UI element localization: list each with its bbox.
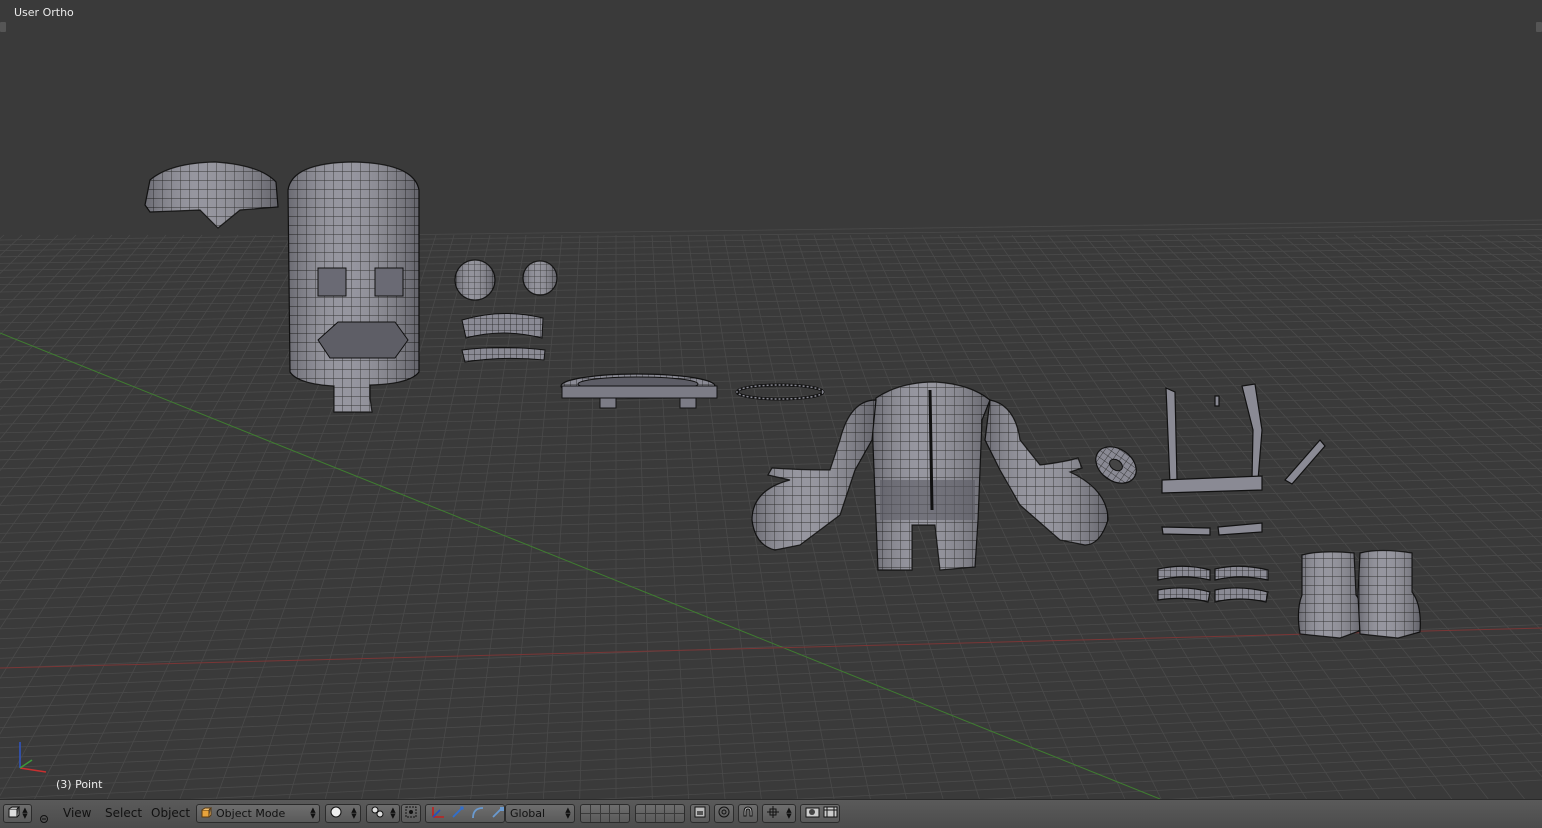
translate-arrow-icon[interactable] bbox=[430, 805, 446, 822]
mesh-brow-upper[interactable] bbox=[461, 313, 544, 339]
snap-target-dropdown[interactable]: ▲ ▼ bbox=[762, 804, 796, 823]
mesh-suspenders[interactable] bbox=[1161, 383, 1326, 536]
collapse-menu-icon[interactable] bbox=[39, 809, 49, 828]
mesh-eye-left[interactable] bbox=[454, 259, 496, 301]
editor-type-button[interactable]: ▲ ▼ bbox=[3, 804, 32, 823]
mesh-hair[interactable] bbox=[144, 161, 279, 229]
scale-icon[interactable] bbox=[470, 805, 486, 822]
snap-target-icon bbox=[767, 806, 779, 821]
transform-tools-group bbox=[425, 804, 505, 823]
menu-select[interactable]: Select bbox=[102, 805, 145, 822]
view-name-label: User Ortho bbox=[14, 6, 74, 19]
rotate-arc-icon[interactable] bbox=[450, 805, 466, 822]
layer-lock-button[interactable] bbox=[690, 804, 710, 823]
object-info-label: (3) Point bbox=[56, 778, 103, 791]
proportional-edit-icon bbox=[718, 806, 730, 821]
snap-toggle-button[interactable] bbox=[738, 804, 758, 823]
scale-handle-icon[interactable] bbox=[490, 805, 506, 822]
layers-group-2[interactable] bbox=[635, 804, 685, 823]
solid-sphere-icon bbox=[330, 806, 342, 821]
mesh-collar-plate[interactable] bbox=[560, 373, 718, 409]
mesh-eye-right[interactable] bbox=[522, 260, 558, 296]
mode-dropdown[interactable]: Object Mode ▲ ▼ bbox=[196, 804, 320, 823]
object-mode-cube-icon bbox=[201, 807, 213, 821]
menu-object[interactable]: Object bbox=[148, 805, 193, 822]
mesh-head[interactable] bbox=[287, 161, 420, 413]
render-buttons-group bbox=[800, 804, 840, 823]
viewport-scene[interactable] bbox=[0, 0, 1542, 799]
magnet-snap-icon bbox=[742, 806, 754, 821]
mode-label: Object Mode bbox=[216, 807, 286, 820]
orientation-label: Global bbox=[510, 807, 546, 820]
pivot-point-dropdown[interactable]: ▲ ▼ bbox=[366, 804, 400, 823]
layers-group-1[interactable] bbox=[580, 804, 630, 823]
orientation-dropdown[interactable]: Global ▲ ▼ bbox=[505, 804, 575, 823]
manipulator-toggle-icon bbox=[405, 806, 417, 821]
opengl-render-icon[interactable] bbox=[805, 805, 821, 822]
mesh-boots[interactable] bbox=[1297, 549, 1421, 639]
manipulator-toggle-button[interactable] bbox=[401, 804, 421, 823]
3d-viewport[interactable]: User Ortho (3) Point bbox=[0, 0, 1542, 799]
mesh-straps[interactable] bbox=[1157, 565, 1269, 603]
layer-lock-icon bbox=[694, 806, 706, 821]
viewport-shading-dropdown[interactable]: ▲ ▼ bbox=[325, 804, 361, 823]
area-split-handle-right[interactable] bbox=[1536, 22, 1542, 32]
mesh-brow-lower[interactable] bbox=[461, 347, 546, 363]
pivot-point-icon bbox=[371, 806, 384, 821]
blender-window: User Ortho (3) Point ▲ ▼ View Select Obje… bbox=[0, 0, 1542, 828]
view3d-cube-icon bbox=[8, 806, 21, 821]
menu-view[interactable]: View bbox=[60, 805, 94, 822]
opengl-anim-icon[interactable] bbox=[823, 805, 839, 822]
3d-view-header: ▲ ▼ View Select Object Object Mode ▲ ▼ ▲ ▼ … bbox=[0, 799, 1542, 828]
proportional-edit-button[interactable] bbox=[714, 804, 734, 823]
area-split-handle-left[interactable] bbox=[0, 22, 6, 32]
